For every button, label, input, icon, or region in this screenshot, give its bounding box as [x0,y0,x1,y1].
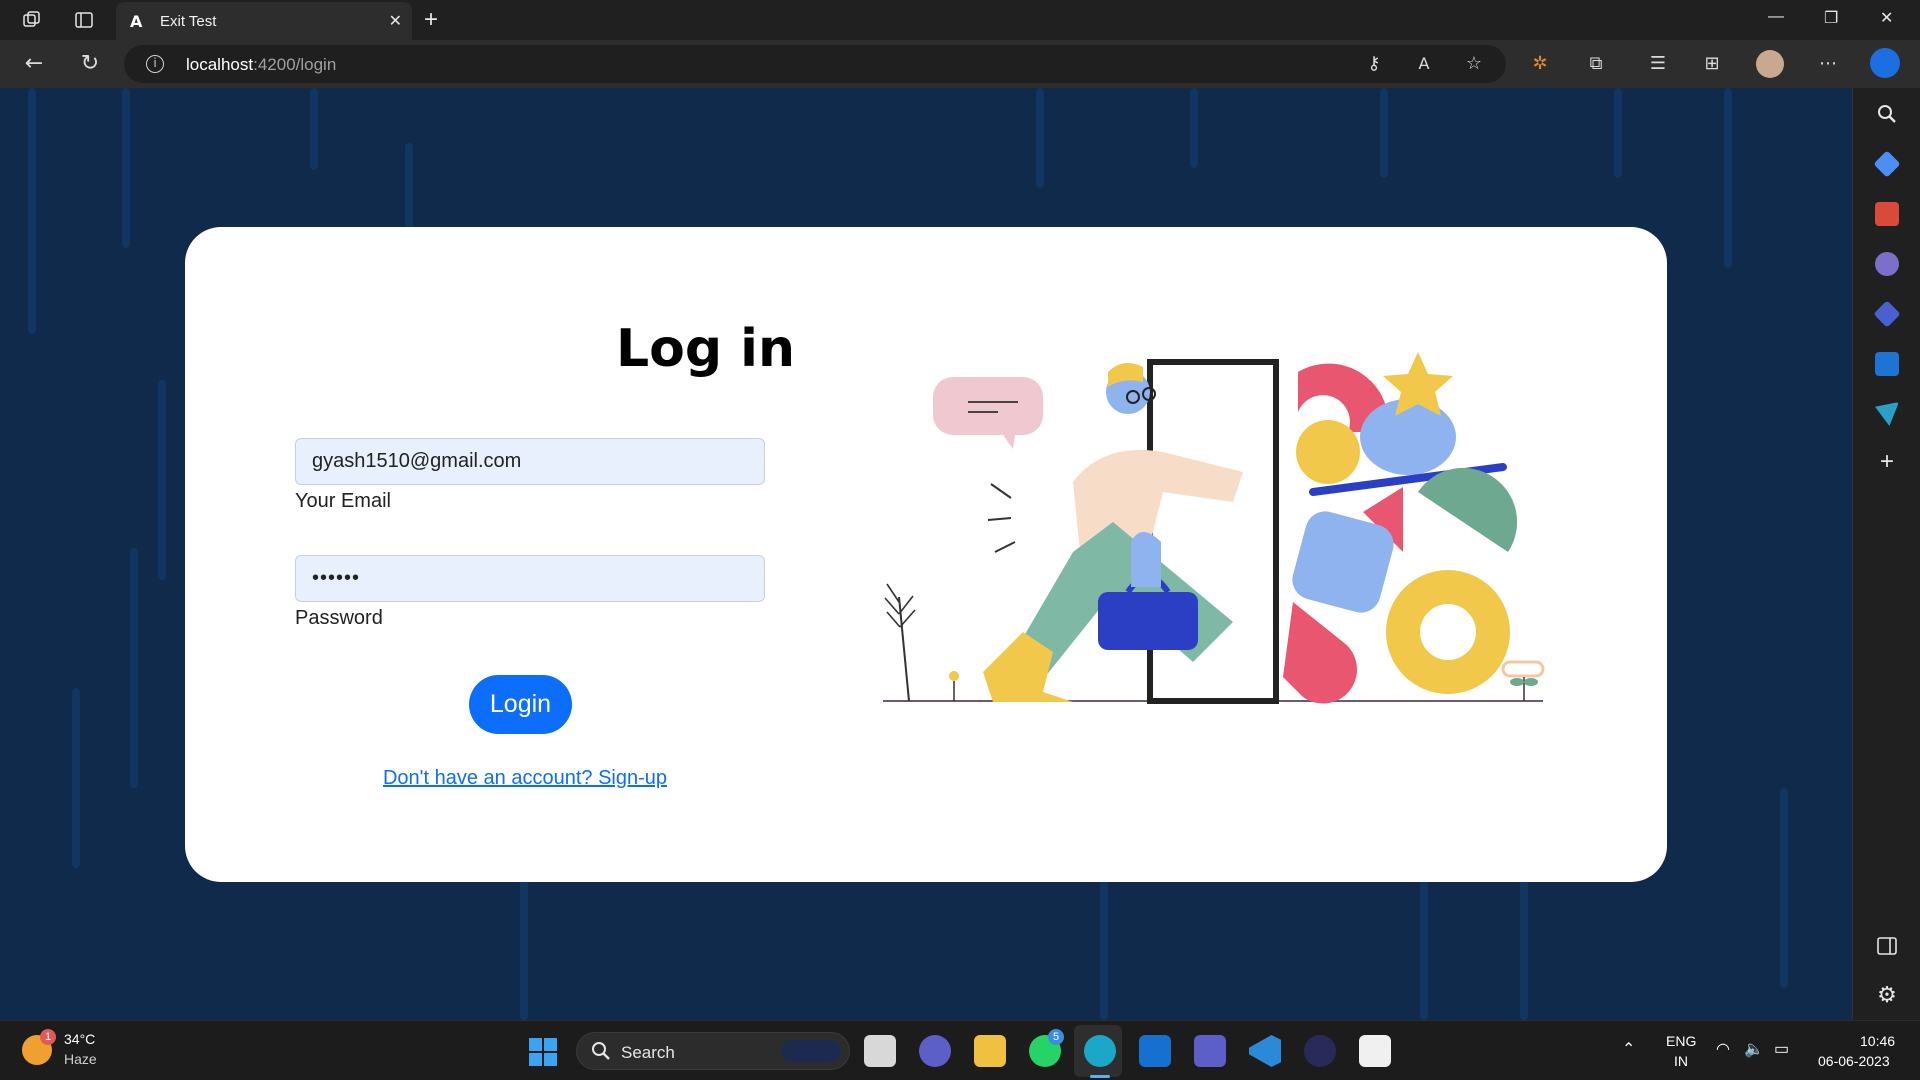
workspaces-icon[interactable] [20,8,44,32]
email-field[interactable]: gyash1510@gmail.com [295,438,765,485]
games-icon[interactable] [1875,252,1899,276]
whatsapp-badge: 5 [1048,1029,1064,1045]
windows-start-icon[interactable] [528,1037,558,1067]
new-tab-icon[interactable]: + [424,6,438,34]
teams-chat-icon[interactable] [919,1035,951,1067]
language-bottom[interactable]: IN [1674,1053,1688,1069]
weather-desc[interactable]: Haze [64,1051,97,1067]
password-field[interactable]: •••••• [295,555,765,602]
more-menu-icon[interactable]: ⋯ [1816,52,1840,76]
weather-temp[interactable]: 34°C [64,1031,95,1047]
file-explorer-icon[interactable] [974,1035,1006,1067]
restore-icon[interactable]: ❐ [1824,8,1838,28]
page-viewport: Log in gyash1510@gmail.com Your Email ••… [0,88,1852,1020]
wifi-icon[interactable]: ◠ [1716,1039,1730,1059]
extension-coupon-icon[interactable]: ✲ [1528,52,1552,76]
hide-sidebar-icon[interactable] [1875,934,1899,958]
drop-icon[interactable] [1875,402,1899,426]
signup-link[interactable]: Don't have an account? Sign-up [380,767,670,790]
battery-icon[interactable]: ▭ [1774,1039,1789,1059]
favorite-star-icon[interactable]: ☆ [1462,52,1486,76]
volume-icon[interactable]: 🔈 [1744,1039,1764,1058]
favorites-icon[interactable]: ☰ [1646,52,1670,76]
login-button[interactable]: Login [469,675,572,734]
collections-icon[interactable]: ⊞ [1700,52,1724,76]
tab-title: Exit Test [160,13,217,30]
password-label: Password [295,607,383,629]
chevron-up-icon[interactable]: ⌃ [1622,1039,1635,1059]
angular-favicon-icon: A [130,12,143,31]
close-tab-icon[interactable]: ✕ [389,11,402,31]
browser-title-bar: A Exit Test ✕ + — ❐ ✕ [0,0,1920,40]
office-icon[interactable] [1873,300,1901,328]
outlook-icon[interactable] [1875,352,1899,376]
close-window-icon[interactable]: ✕ [1880,8,1893,28]
login-illustration [883,352,1545,704]
tab-actions-icon[interactable] [72,8,96,32]
extensions-icon[interactable]: ⧉ [1584,52,1608,76]
minimize-icon[interactable]: — [1768,8,1784,26]
bing-copilot-icon[interactable] [1870,48,1900,78]
email-label: Your Email [295,490,391,512]
eclipse-icon[interactable] [1304,1035,1336,1067]
tab-exit-test[interactable]: A Exit Test ✕ [116,2,412,40]
active-app-indicator [1090,1075,1110,1078]
search-label: Search [621,1043,675,1062]
profile-avatar[interactable] [1756,50,1784,78]
weather-badge: 1 [40,1029,56,1045]
site-info-icon[interactable]: i [146,55,164,73]
clock-date[interactable]: 06-06-2023 [1818,1053,1890,1069]
password-key-icon[interactable]: ⚷ [1362,52,1386,76]
address-bar[interactable]: i localhost:4200/login [124,45,1506,83]
language-top[interactable]: ENG [1666,1033,1696,1049]
windows-taskbar: 1 34°C Haze Search 5 ⌃ ENG IN ◠ 🔈 ▭ 10:4… [0,1020,1920,1080]
teams-icon[interactable] [1194,1035,1226,1067]
settings-gear-icon[interactable]: ⚙ [1875,984,1899,1008]
shopping-tag-icon[interactable] [1873,150,1901,178]
search-icon[interactable] [1875,102,1899,126]
edge-browser-icon[interactable] [1084,1035,1116,1067]
refresh-icon[interactable]: ↻ [78,52,102,76]
snipping-tool-icon[interactable] [1359,1035,1391,1067]
taskbar-search[interactable]: Search [576,1032,850,1070]
vscode-icon[interactable] [1249,1035,1281,1067]
url-text[interactable]: localhost:4200/login [186,55,336,75]
task-view-icon[interactable] [864,1035,896,1067]
search-highlight-icon [781,1040,841,1062]
back-icon[interactable]: ← [22,52,46,76]
add-icon[interactable]: + [1875,450,1899,474]
read-aloud-icon[interactable]: A [1412,52,1436,76]
login-card: Log in gyash1510@gmail.com Your Email ••… [185,227,1667,882]
outlook-icon[interactable] [1139,1035,1171,1067]
clock-time[interactable]: 10:46 [1860,1033,1895,1049]
tools-icon[interactable] [1875,202,1899,226]
edge-sidebar: + ⚙ [1852,88,1920,1020]
search-icon [592,1042,610,1060]
